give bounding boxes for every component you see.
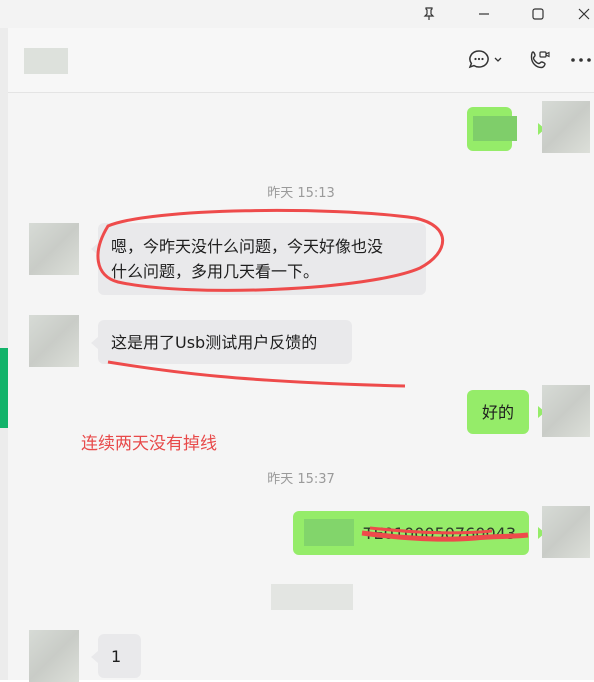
- contact-avatar[interactable]: [29, 630, 79, 682]
- contact-message[interactable]: 这是用了Usb测试用户反馈的: [98, 320, 352, 364]
- blurred-content: [473, 116, 517, 141]
- chat-bubble-icon[interactable]: [464, 28, 508, 92]
- selected-indicator: [0, 348, 8, 428]
- bubble-tail: [91, 651, 98, 663]
- annotation-text: 连续两天没有掉线: [81, 434, 217, 454]
- pin-icon[interactable]: [409, 0, 449, 28]
- contact-name-blurred: [24, 48, 68, 74]
- self-message[interactable]: 好的: [467, 390, 529, 434]
- timestamp: 昨天 15:37: [267, 472, 335, 487]
- self-avatar[interactable]: [542, 385, 590, 437]
- bubble-tail: [91, 337, 98, 349]
- contact-message[interactable]: 嗯，今昨天没什么问题，今天好像也没 什么问题，多用几天看一下。: [98, 223, 426, 295]
- more-icon[interactable]: [568, 28, 594, 92]
- bubble-tail: [91, 243, 98, 255]
- chat-messages[interactable]: 昨天 15:13 嗯，今昨天没什么问题，今天好像也没 什么问题，多用几天看一下。…: [8, 93, 594, 682]
- chat-header: [8, 28, 594, 93]
- window-titlebar: [0, 0, 594, 28]
- contact-avatar[interactable]: [29, 223, 79, 275]
- message-text: 好的: [481, 402, 514, 422]
- message-text: 1: [111, 646, 122, 666]
- video-call-icon[interactable]: [522, 28, 556, 92]
- system-message-blurred: [271, 584, 353, 610]
- contact-avatar[interactable]: [29, 315, 79, 367]
- message-text: TE0100050760043: [363, 523, 516, 543]
- message-text-line: 嗯，今昨天没什么问题，今天好像也没: [111, 237, 384, 256]
- message-text: 这是用了Usb测试用户反馈的: [111, 332, 318, 352]
- self-message-blurred[interactable]: [467, 107, 517, 151]
- maximize-icon[interactable]: [518, 0, 558, 28]
- self-avatar[interactable]: [542, 101, 590, 153]
- message-text-line: 什么问题，多用几天看一下。: [111, 262, 320, 281]
- blurred-content: [304, 519, 354, 546]
- timestamp: 昨天 15:13: [267, 186, 335, 201]
- minimize-icon[interactable]: [464, 0, 504, 28]
- self-avatar[interactable]: [542, 506, 590, 558]
- close-icon[interactable]: [564, 0, 594, 28]
- contact-message[interactable]: 1: [98, 634, 141, 678]
